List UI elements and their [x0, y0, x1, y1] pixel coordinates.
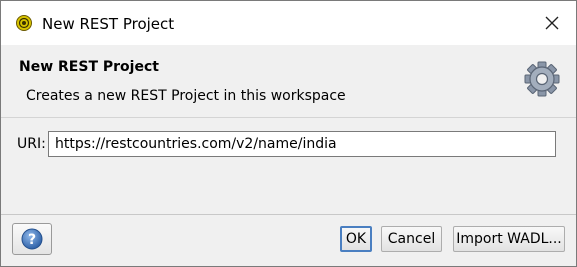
close-icon — [545, 16, 559, 30]
uri-label: URI: — [17, 136, 46, 152]
window-title: New REST Project — [42, 15, 175, 33]
import-wadl-button[interactable]: Import WADL... — [453, 226, 565, 252]
uri-input[interactable] — [48, 131, 556, 157]
cancel-button[interactable]: Cancel — [381, 226, 442, 252]
button-bar: ? OK Cancel Import WADL... — [1, 215, 576, 266]
svg-text:?: ? — [28, 232, 36, 248]
header-description: Creates a new REST Project in this works… — [26, 88, 346, 104]
new-rest-project-dialog: New REST Project New REST Project Create… — [0, 0, 577, 267]
soapui-icon — [16, 15, 32, 31]
title-bar: New REST Project — [1, 1, 576, 45]
gear-icon — [522, 59, 562, 99]
dialog-header: New REST Project Creates a new REST Proj… — [1, 45, 576, 118]
help-icon: ? — [21, 228, 43, 250]
close-button[interactable] — [540, 11, 564, 35]
form-area: URI: — [1, 118, 576, 214]
help-button[interactable]: ? — [12, 223, 52, 255]
header-title: New REST Project — [19, 59, 159, 75]
ok-button[interactable]: OK — [340, 226, 372, 252]
